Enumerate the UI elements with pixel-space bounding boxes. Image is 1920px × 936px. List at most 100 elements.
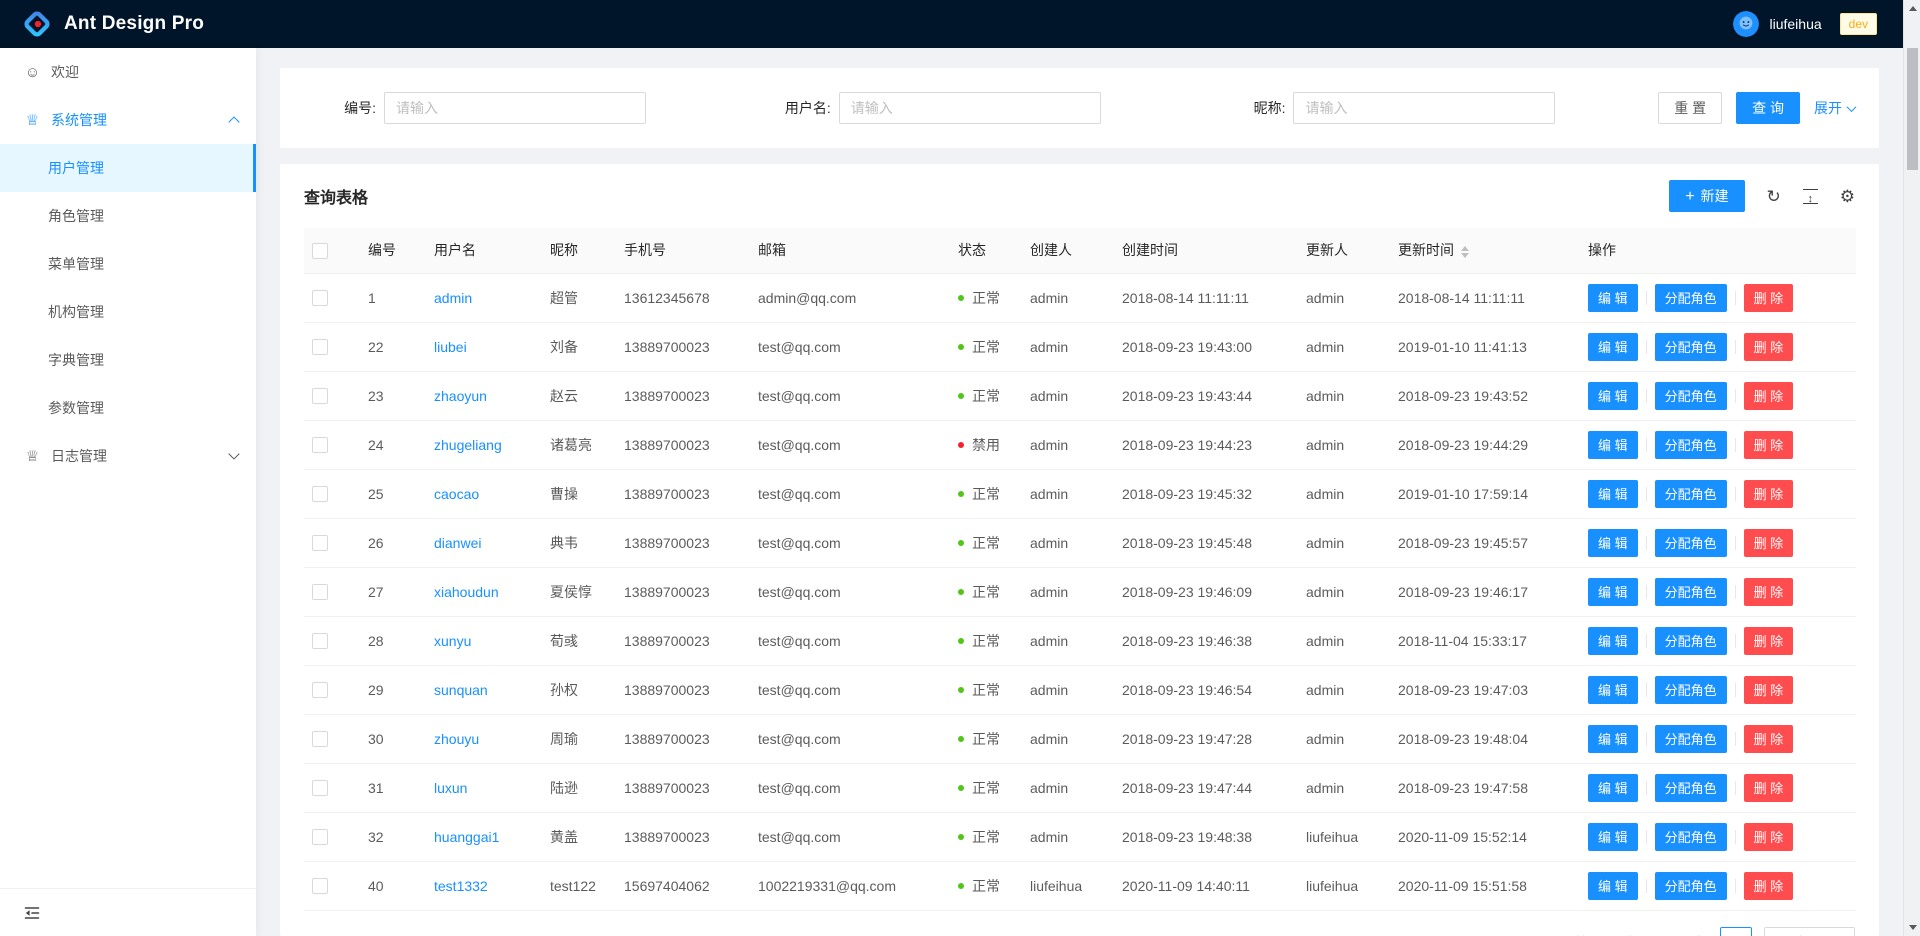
expand-toggle[interactable]: 展开 (1814, 98, 1855, 118)
delete-button[interactable]: 删 除 (1744, 774, 1794, 802)
edit-button[interactable]: 编 辑 (1588, 725, 1638, 753)
edit-button[interactable]: 编 辑 (1588, 578, 1638, 606)
edit-button[interactable]: 编 辑 (1588, 529, 1638, 557)
edit-button[interactable]: 编 辑 (1588, 284, 1638, 312)
row-checkbox[interactable] (312, 486, 328, 502)
page-size-select[interactable]: 10 条/页 (1764, 927, 1855, 936)
sidebar-item-参数管理[interactable]: 参数管理 (0, 384, 256, 432)
row-checkbox[interactable] (312, 829, 328, 845)
username-link[interactable]: admin (426, 273, 542, 322)
delete-button[interactable]: 删 除 (1744, 872, 1794, 900)
sidebar-item-日志管理[interactable]: ♕日志管理 (0, 432, 256, 480)
assign-role-button[interactable]: 分配角色 (1655, 774, 1727, 802)
username-link[interactable]: zhugeliang (426, 420, 542, 469)
sidebar-item-系统管理[interactable]: ♕系统管理 (0, 96, 256, 144)
delete-button[interactable]: 删 除 (1744, 823, 1794, 851)
delete-button[interactable]: 删 除 (1744, 284, 1794, 312)
row-checkbox[interactable] (312, 388, 328, 404)
density-icon[interactable] (1803, 189, 1818, 204)
row-checkbox[interactable] (312, 535, 328, 551)
edit-button[interactable]: 编 辑 (1588, 480, 1638, 508)
row-checkbox[interactable] (312, 290, 328, 306)
edit-button[interactable]: 编 辑 (1588, 431, 1638, 459)
username-link[interactable]: sunquan (426, 665, 542, 714)
sidebar-item-欢迎[interactable]: ☺欢迎 (0, 48, 256, 96)
username-link[interactable]: zhouyu (426, 714, 542, 763)
user-avatar[interactable] (1733, 11, 1759, 37)
edit-button[interactable]: 编 辑 (1588, 676, 1638, 704)
row-checkbox[interactable] (312, 780, 328, 796)
scroll-down-arrow[interactable] (1904, 919, 1920, 936)
id-input[interactable] (384, 92, 646, 124)
username-link[interactable]: zhaoyun (426, 371, 542, 420)
delete-button[interactable]: 删 除 (1744, 725, 1794, 753)
assign-role-button[interactable]: 分配角色 (1655, 284, 1727, 312)
assign-role-button[interactable]: 分配角色 (1655, 431, 1727, 459)
row-checkbox[interactable] (312, 437, 328, 453)
delete-button[interactable]: 删 除 (1744, 529, 1794, 557)
vertical-scrollbar[interactable] (1903, 0, 1920, 936)
edit-button[interactable]: 编 辑 (1588, 333, 1638, 361)
username-label[interactable]: liufeihua (1769, 16, 1821, 32)
row-checkbox[interactable] (312, 878, 328, 894)
delete-button[interactable]: 删 除 (1744, 676, 1794, 704)
username-link[interactable]: luxun (426, 763, 542, 812)
query-button[interactable]: 查 询 (1736, 92, 1800, 124)
delete-button[interactable]: 删 除 (1744, 382, 1794, 410)
edit-button[interactable]: 编 辑 (1588, 627, 1638, 655)
assign-role-button[interactable]: 分配角色 (1655, 725, 1727, 753)
username-link[interactable]: xunyu (426, 616, 542, 665)
delete-button[interactable]: 删 除 (1744, 480, 1794, 508)
app-logo[interactable]: Ant Design Pro (22, 9, 204, 39)
edit-button[interactable]: 编 辑 (1588, 823, 1638, 851)
assign-role-button[interactable]: 分配角色 (1655, 676, 1727, 704)
row-checkbox[interactable] (312, 633, 328, 649)
assign-role-button[interactable]: 分配角色 (1655, 382, 1727, 410)
delete-button[interactable]: 删 除 (1744, 431, 1794, 459)
assign-role-button[interactable]: 分配角色 (1655, 627, 1727, 655)
scroll-up-arrow[interactable] (1904, 0, 1920, 17)
nickname-input[interactable] (1293, 92, 1555, 124)
row-checkbox[interactable] (312, 682, 328, 698)
assign-role-button[interactable]: 分配角色 (1655, 872, 1727, 900)
edit-button[interactable]: 编 辑 (1588, 382, 1638, 410)
delete-button[interactable]: 删 除 (1744, 578, 1794, 606)
menu-fold-icon[interactable] (24, 905, 40, 921)
sidebar-item-用户管理[interactable]: 用户管理 (0, 144, 256, 192)
sidebar-item-菜单管理[interactable]: 菜单管理 (0, 240, 256, 288)
page-1-button[interactable]: 1 (1720, 927, 1752, 936)
scrollbar-thumb[interactable] (1907, 48, 1918, 170)
sidebar-item-字典管理[interactable]: 字典管理 (0, 336, 256, 384)
reload-icon[interactable] (1767, 188, 1781, 205)
username-link[interactable]: caocao (426, 469, 542, 518)
assign-role-button[interactable]: 分配角色 (1655, 578, 1727, 606)
delete-button[interactable]: 删 除 (1744, 627, 1794, 655)
sort-carets-icon[interactable] (1461, 246, 1469, 258)
row-checkbox[interactable] (312, 339, 328, 355)
reset-button[interactable]: 重 置 (1658, 92, 1722, 124)
assign-role-button[interactable]: 分配角色 (1655, 529, 1727, 557)
username-link[interactable]: dianwei (426, 518, 542, 567)
delete-button[interactable]: 删 除 (1744, 333, 1794, 361)
edit-button[interactable]: 编 辑 (1588, 872, 1638, 900)
new-button[interactable]: 新建 (1669, 180, 1744, 212)
cell-email: test@qq.com (750, 714, 950, 763)
select-all-checkbox[interactable] (312, 243, 328, 259)
status-dot-icon (958, 295, 964, 301)
row-checkbox[interactable] (312, 731, 328, 747)
sidebar-item-机构管理[interactable]: 机构管理 (0, 288, 256, 336)
username-link[interactable]: huanggai1 (426, 812, 542, 861)
assign-role-button[interactable]: 分配角色 (1655, 823, 1727, 851)
username-link[interactable]: xiahoudun (426, 567, 542, 616)
username-link[interactable]: test1332 (426, 861, 542, 910)
assign-role-button[interactable]: 分配角色 (1655, 480, 1727, 508)
edit-button[interactable]: 编 辑 (1588, 774, 1638, 802)
settings-gear-icon[interactable] (1840, 188, 1855, 205)
assign-role-button[interactable]: 分配角色 (1655, 333, 1727, 361)
cell-email: admin@qq.com (750, 273, 950, 322)
sidebar-item-角色管理[interactable]: 角色管理 (0, 192, 256, 240)
username-input[interactable] (839, 92, 1101, 124)
row-checkbox[interactable] (312, 584, 328, 600)
username-link[interactable]: liubei (426, 322, 542, 371)
column-header[interactable]: 更新时间 (1390, 228, 1580, 273)
